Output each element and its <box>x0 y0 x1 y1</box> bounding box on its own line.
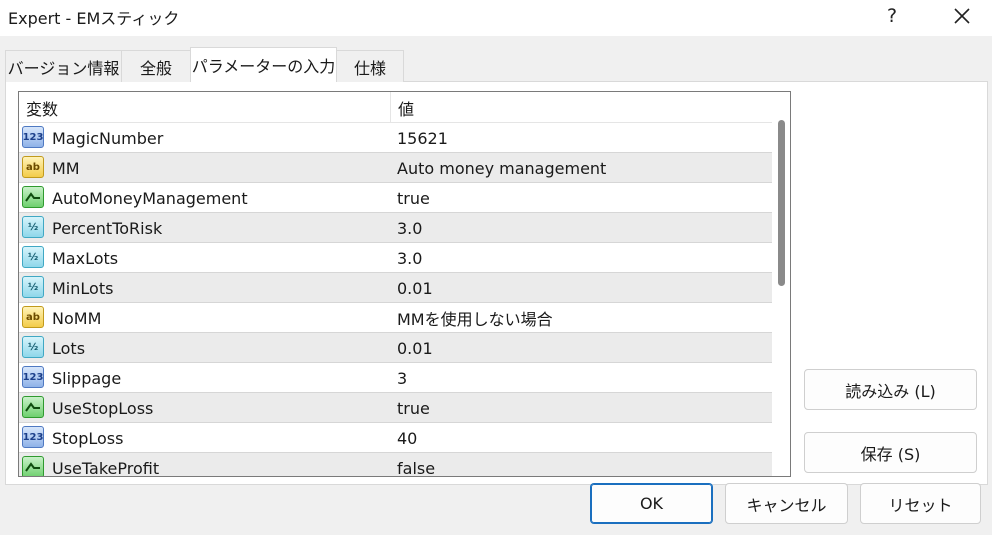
param-value[interactable]: 3.0 <box>397 213 422 243</box>
param-value[interactable]: 40 <box>397 423 417 453</box>
param-name: PercentToRisk <box>52 218 163 238</box>
param-name: MM <box>52 158 80 178</box>
close-icon <box>954 8 970 24</box>
param-value[interactable]: 3.0 <box>397 243 422 273</box>
param-value[interactable]: MMを使用しない場合 <box>397 303 553 333</box>
param-name: AutoMoneyManagement <box>52 188 248 208</box>
close-button[interactable] <box>940 0 984 32</box>
double-type-icon: ½ <box>22 246 44 268</box>
list-row[interactable]: ab NoMM MMを使用しない場合 <box>19 303 772 333</box>
parameters-list[interactable]: 変数 値 123 MagicNumber 15621 ab MM Auto mo… <box>18 91 791 477</box>
list-row[interactable]: UseTakeProfit false <box>19 453 772 477</box>
double-type-icon: ½ <box>22 336 44 358</box>
double-type-icon: ½ <box>22 276 44 298</box>
tab-parameters[interactable]: パラメーターの入力 <box>190 47 337 82</box>
reset-button[interactable]: リセット <box>860 483 981 524</box>
param-name: NoMM <box>52 308 102 328</box>
list-row[interactable]: 123 MagicNumber 15621 <box>19 123 772 153</box>
param-value[interactable]: true <box>397 183 430 213</box>
string-type-icon: ab <box>22 306 44 328</box>
list-row[interactable]: UseStopLoss true <box>19 393 772 423</box>
integer-type-icon: 123 <box>22 126 44 148</box>
list-row[interactable]: ½ PercentToRisk 3.0 <box>19 213 772 243</box>
load-button[interactable]: 読み込み (L) <box>804 369 977 410</box>
help-button[interactable]: ? <box>870 0 914 32</box>
column-divider[interactable] <box>390 92 391 123</box>
param-name: MagicNumber <box>52 128 164 148</box>
list-header: 変数 値 <box>19 92 772 123</box>
param-value[interactable]: true <box>397 393 430 423</box>
list-row[interactable]: 123 StopLoss 40 <box>19 423 772 453</box>
param-value[interactable]: 0.01 <box>397 333 433 363</box>
integer-type-icon: 123 <box>22 366 44 388</box>
param-name: UseStopLoss <box>52 398 154 418</box>
param-name: Slippage <box>52 368 122 388</box>
column-header-value[interactable]: 値 <box>398 92 768 123</box>
param-name: StopLoss <box>52 428 124 448</box>
tab-version-info[interactable]: バージョン情報 <box>5 50 122 82</box>
list-row[interactable]: 123 Slippage 3 <box>19 363 772 393</box>
list-row[interactable]: ½ MinLots 0.01 <box>19 273 772 303</box>
boolean-type-icon <box>22 186 44 208</box>
tab-specification[interactable]: 仕様 <box>336 50 404 82</box>
vertical-scrollbar[interactable] <box>772 92 790 476</box>
param-value[interactable]: false <box>397 453 435 477</box>
param-name: MinLots <box>52 278 114 298</box>
integer-type-icon: 123 <box>22 426 44 448</box>
list-row[interactable]: AutoMoneyManagement true <box>19 183 772 213</box>
param-value[interactable]: 3 <box>397 363 407 393</box>
boolean-type-icon <box>22 396 44 418</box>
scrollbar-thumb[interactable] <box>778 120 785 286</box>
param-value[interactable]: 15621 <box>397 123 448 153</box>
ok-button[interactable]: OK <box>590 483 713 524</box>
param-name: UseTakeProfit <box>52 458 160 477</box>
boolean-type-icon <box>22 456 44 476</box>
param-value[interactable]: 0.01 <box>397 273 433 303</box>
param-name: Lots <box>52 338 86 358</box>
list-row[interactable]: ab MM Auto money management <box>19 153 772 183</box>
list-row[interactable]: ½ MaxLots 3.0 <box>19 243 772 273</box>
column-header-variable[interactable]: 変数 <box>26 92 386 123</box>
window-title: Expert - EMスティック <box>8 9 180 28</box>
double-type-icon: ½ <box>22 216 44 238</box>
param-name: MaxLots <box>52 248 119 268</box>
save-button[interactable]: 保存 (S) <box>804 432 977 473</box>
title-bar: Expert - EMスティック ? <box>0 0 992 36</box>
list-row[interactable]: ½ Lots 0.01 <box>19 333 772 363</box>
param-value[interactable]: Auto money management <box>397 153 606 183</box>
cancel-button[interactable]: キャンセル <box>725 483 848 524</box>
string-type-icon: ab <box>22 156 44 178</box>
tab-general[interactable]: 全般 <box>121 50 191 82</box>
list-rows: 123 MagicNumber 15621 ab MM Auto money m… <box>19 123 772 477</box>
